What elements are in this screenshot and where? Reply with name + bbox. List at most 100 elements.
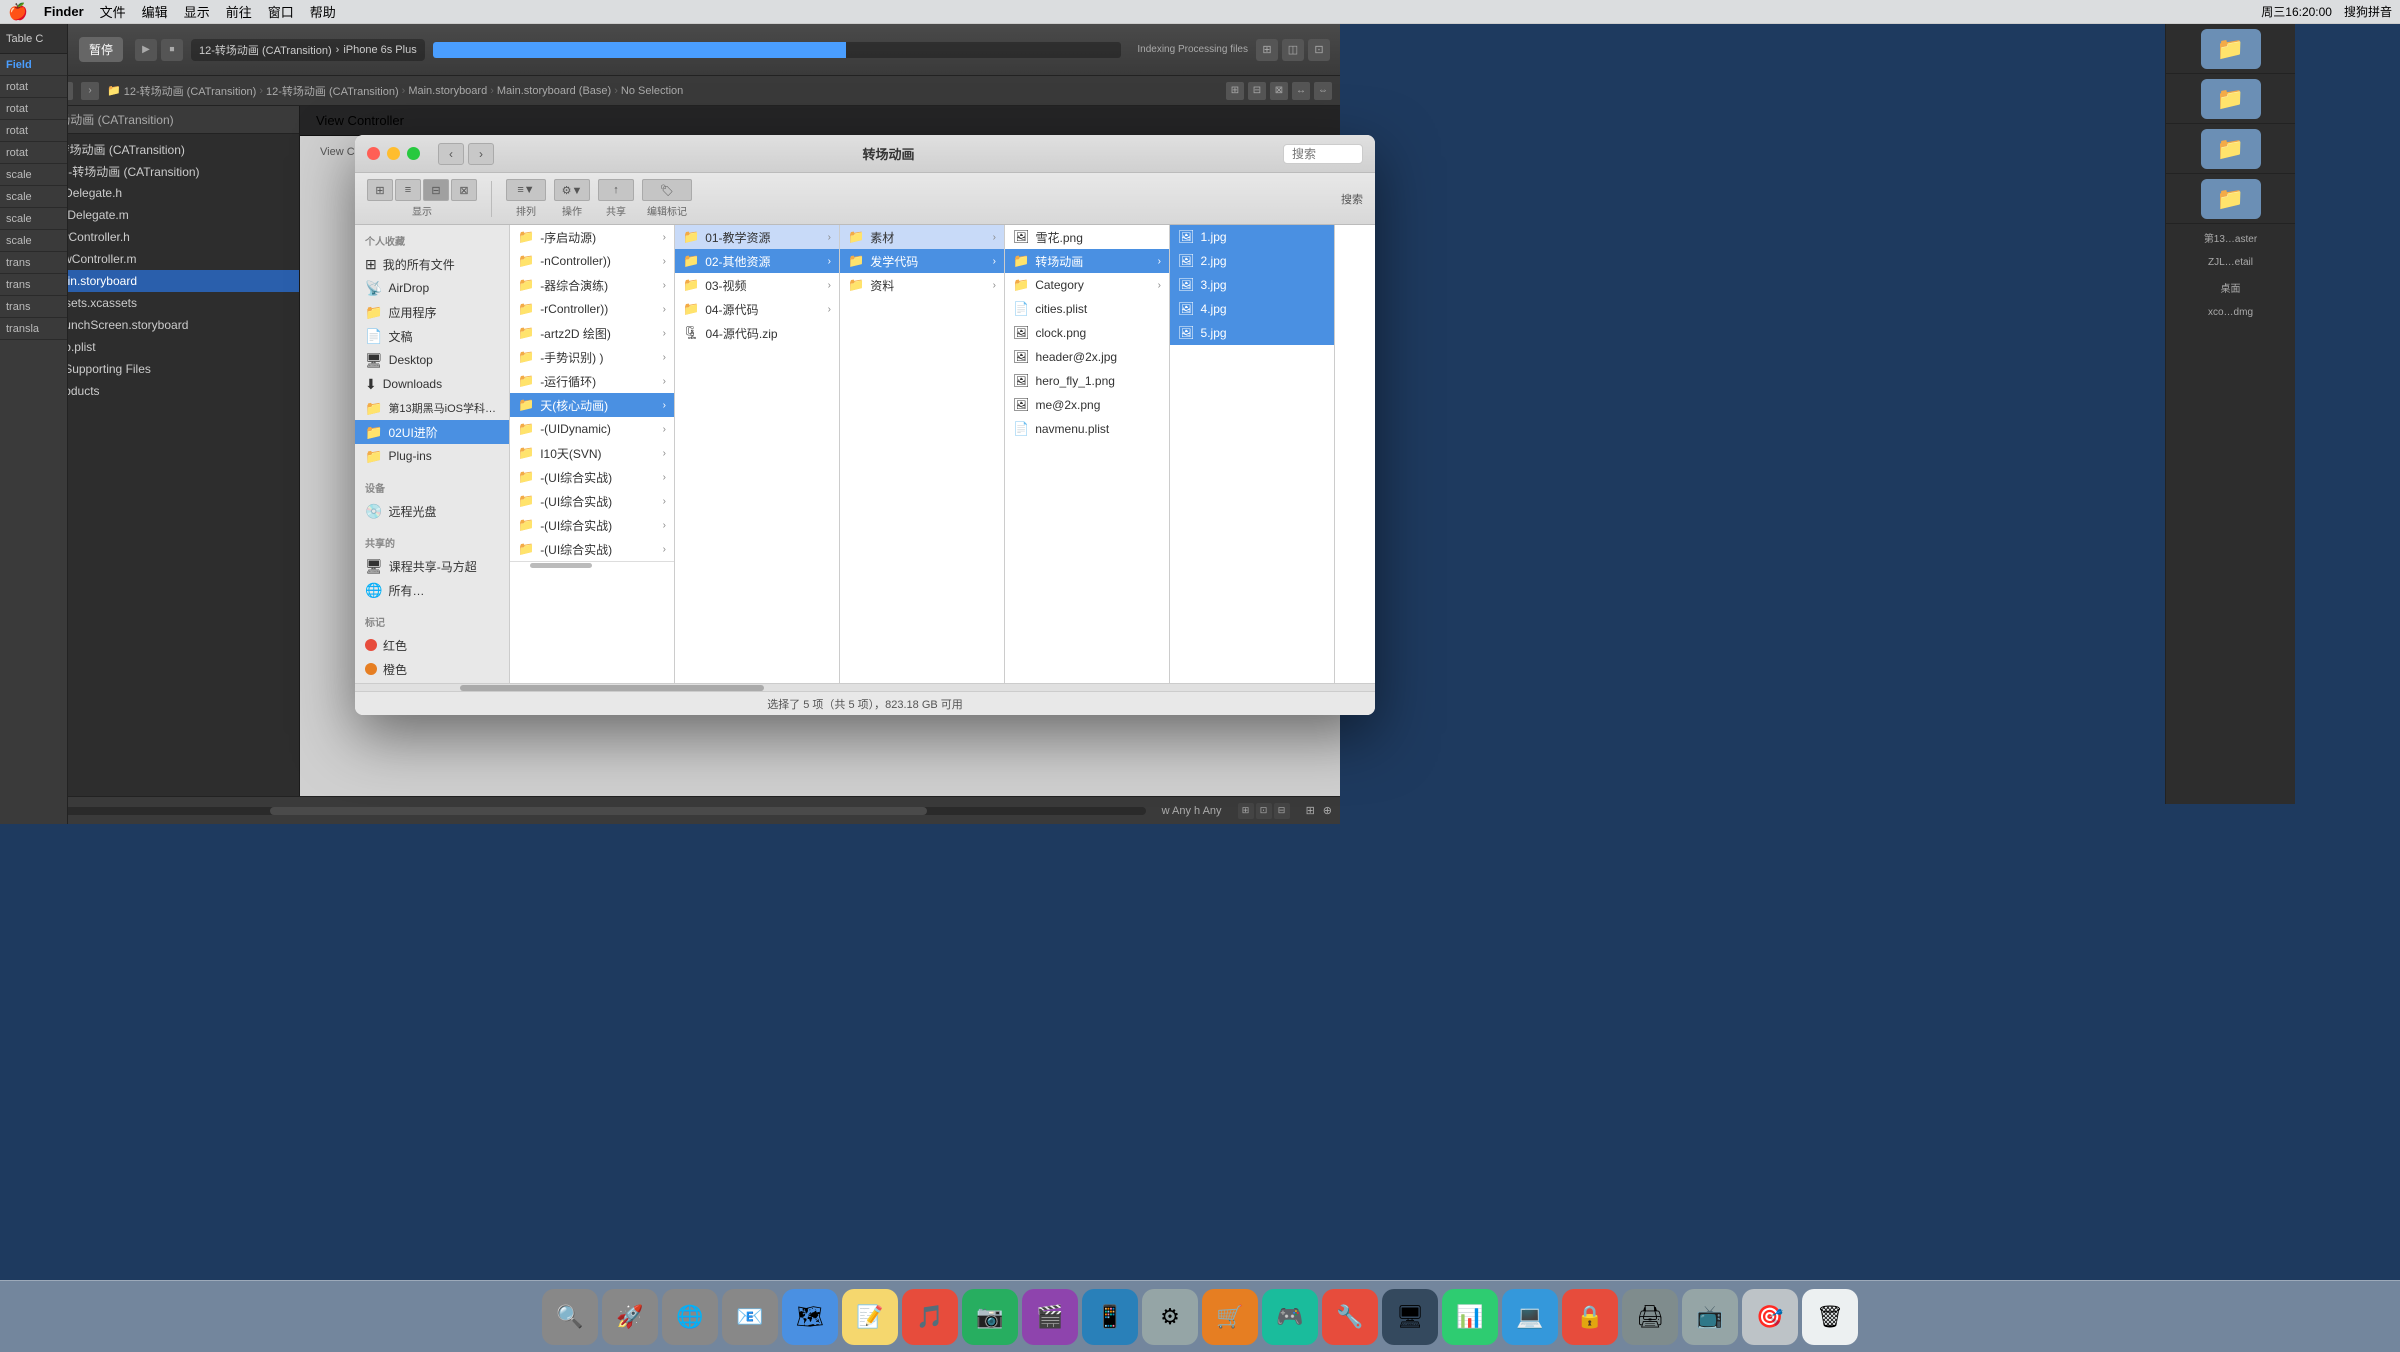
col-item-selected[interactable]: 📁 转场动画 › (1005, 249, 1169, 273)
col-item[interactable]: 📁 -(UI综合实战) › (510, 465, 674, 489)
bottom-scrollbar[interactable] (51, 807, 1146, 815)
menu-window[interactable]: 窗口 (268, 2, 294, 21)
arrange-btn[interactable]: ≡▼ (506, 179, 546, 201)
sidebar-plugins[interactable]: 📁 Plug-ins (355, 444, 509, 468)
dock-icon-app3[interactable]: 🔧 (1322, 1289, 1378, 1345)
dock-icon-app4[interactable]: 🖥 (1382, 1289, 1438, 1345)
col-item[interactable]: 📁 -器综合演练) › (510, 273, 674, 297)
col-item[interactable]: 📁 I10天(SVN) › (510, 441, 674, 465)
menu-edit[interactable]: 编辑 (142, 2, 168, 21)
view-list-btn[interactable]: ≡ (395, 179, 421, 201)
col-item[interactable]: 📄 cities.plist (1005, 297, 1169, 321)
scrollbar-h[interactable] (510, 561, 674, 569)
apple-menu[interactable]: 🍎 (8, 2, 28, 22)
col-item[interactable]: 📁 资料 › (840, 273, 1004, 297)
layout-btn1[interactable]: ⊞ (1238, 803, 1254, 819)
dock-icon-app5[interactable]: 📊 (1442, 1289, 1498, 1345)
finder-minimize-btn[interactable] (387, 147, 400, 160)
col-item-selected[interactable]: 📁 天(核心动画) › (510, 393, 674, 417)
dock-icon-photos[interactable]: 📷 (962, 1289, 1018, 1345)
dock-icon-finder[interactable]: 🔍 (542, 1289, 598, 1345)
col-item[interactable]: 📁 04-源代码 › (675, 297, 839, 321)
sidebar-all-shared[interactable]: 🌐 所有… (355, 578, 509, 602)
layout-btn2[interactable]: ⊡ (1256, 803, 1272, 819)
col-item[interactable]: 📄 navmenu.plist (1005, 417, 1169, 441)
dock-icon-prefs[interactable]: ⚙ (1142, 1289, 1198, 1345)
finder-close-btn[interactable] (367, 147, 380, 160)
col-item[interactable]: 📁 -手势识别) ) › (510, 345, 674, 369)
dock-icon-app8[interactable]: 📺 (1682, 1289, 1738, 1345)
share-btn[interactable]: ↑ (598, 179, 634, 201)
view-toggle-3[interactable]: ⊡ (1308, 39, 1330, 61)
nav-next[interactable]: › (81, 82, 99, 100)
sidebar-02ui[interactable]: 📁 02UI进阶 (355, 420, 509, 444)
col-item[interactable]: 🖼 hero_fly_1.png (1005, 369, 1169, 393)
right-folder-4[interactable]: 📁 (2166, 174, 2295, 224)
run-btn[interactable]: ▶ (135, 39, 157, 61)
dock-icon-app6[interactable]: 🔒 (1562, 1289, 1618, 1345)
menu-finder[interactable]: Finder (44, 4, 84, 19)
sidebar-applications[interactable]: 📁 应用程序 (355, 300, 509, 324)
xcode-stop-button[interactable]: 暂停 (79, 37, 123, 62)
finder-search-input[interactable] (1283, 144, 1363, 164)
dock-icon-xcode[interactable]: 💻 (1502, 1289, 1558, 1345)
sidebar-tag-red[interactable]: 红色 (355, 633, 509, 657)
sidebar-documents[interactable]: 📄 文稿 (355, 324, 509, 348)
right-folder-2[interactable]: 📁 (2166, 74, 2295, 124)
dock-icon-video[interactable]: 🎬 (1022, 1289, 1078, 1345)
tag-btn[interactable]: 🏷 (642, 179, 692, 201)
right-folder-1[interactable]: 📁 (2166, 24, 2295, 74)
dock-icon-music[interactable]: 🎵 (902, 1289, 958, 1345)
dock-icon-app7[interactable]: 🖨 (1622, 1289, 1678, 1345)
col-item-selected-4[interactable]: 🖼 4.jpg (1170, 297, 1334, 321)
sidebar-all-files[interactable]: ⊞ 我的所有文件 (355, 252, 509, 276)
sidebar-shared-course[interactable]: 🖥 课程共享-马方超 (355, 554, 509, 578)
layout-btn3[interactable]: ⊟ (1274, 803, 1290, 819)
view-icon-btn[interactable]: ⊞ (367, 179, 393, 201)
menu-view[interactable]: 显示 (184, 2, 210, 21)
sidebar-remote-disk[interactable]: 💿 远程光盘 (355, 499, 509, 523)
menu-help[interactable]: 帮助 (310, 2, 336, 21)
col-item[interactable]: 📁 01-教学资源 › (675, 225, 839, 249)
col-item[interactable]: 🖼 me@2x.png (1005, 393, 1169, 417)
finder-forward-btn[interactable]: › (468, 143, 494, 165)
nav-action1[interactable]: ⊞ (1226, 82, 1244, 100)
dock-icon-app2[interactable]: 🎮 (1262, 1289, 1318, 1345)
menu-go[interactable]: 前往 (226, 2, 252, 21)
col-item[interactable]: 🖼 clock.png (1005, 321, 1169, 345)
action-btn[interactable]: ⚙▼ (554, 179, 590, 201)
nav-action4[interactable]: ↔ (1292, 82, 1310, 100)
col-item[interactable]: 📁 -nController)) › (510, 249, 674, 273)
col-item[interactable]: 📁 -artz2D 绘图) › (510, 321, 674, 345)
col-item[interactable]: 📁 -(UI综合实战) › (510, 537, 674, 561)
view-toggle-1[interactable]: ⊞ (1256, 39, 1278, 61)
view-column-btn[interactable]: ⊟ (423, 179, 449, 201)
col-item-selected-1[interactable]: 🖼 1.jpg (1170, 225, 1334, 249)
col-item[interactable]: 📁 03-视频 › (675, 273, 839, 297)
col-item[interactable]: 🗜 04-源代码.zip (675, 321, 839, 345)
col-item[interactable]: 📁 素材 › (840, 225, 1004, 249)
view-cover-btn[interactable]: ⊠ (451, 179, 477, 201)
sidebar-tag-orange[interactable]: 橙色 (355, 657, 509, 681)
col-item[interactable]: 📁 -(UIDynamic) › (510, 417, 674, 441)
menu-file[interactable]: 文件 (100, 2, 126, 21)
nav-action2[interactable]: ⊟ (1248, 82, 1266, 100)
col-item[interactable]: 📁 Category › (1005, 273, 1169, 297)
col-item[interactable]: 📁 -(UI综合实战) › (510, 513, 674, 537)
sidebar-airdrop[interactable]: 📡 AirDrop (355, 276, 509, 300)
finder-fullscreen-btn[interactable] (407, 147, 420, 160)
col-item[interactable]: 📁 -序启动源) › (510, 225, 674, 249)
dock-icon-app1[interactable]: 🛒 (1202, 1289, 1258, 1345)
build-btn[interactable]: ⏹ (161, 39, 183, 61)
dock-icon-app9[interactable]: 🎯 (1742, 1289, 1798, 1345)
nav-action5[interactable]: ⇔ (1314, 82, 1332, 100)
bottom-right-btn[interactable]: ⊞ (1306, 804, 1315, 817)
col-item-selected-2[interactable]: 🖼 2.jpg (1170, 249, 1334, 273)
dock-icon-notes[interactable]: 📝 (842, 1289, 898, 1345)
sidebar-13period[interactable]: 📁 第13期黑马iOS学科… (355, 396, 509, 420)
col-item[interactable]: 🖼 header@2x.jpg (1005, 345, 1169, 369)
dock-icon-simulator[interactable]: 📱 (1082, 1289, 1138, 1345)
col-item-selected[interactable]: 📁 02-其他资源 › (675, 249, 839, 273)
right-folder-3[interactable]: 📁 (2166, 124, 2295, 174)
dock-icon-mail[interactable]: 📧 (722, 1289, 778, 1345)
